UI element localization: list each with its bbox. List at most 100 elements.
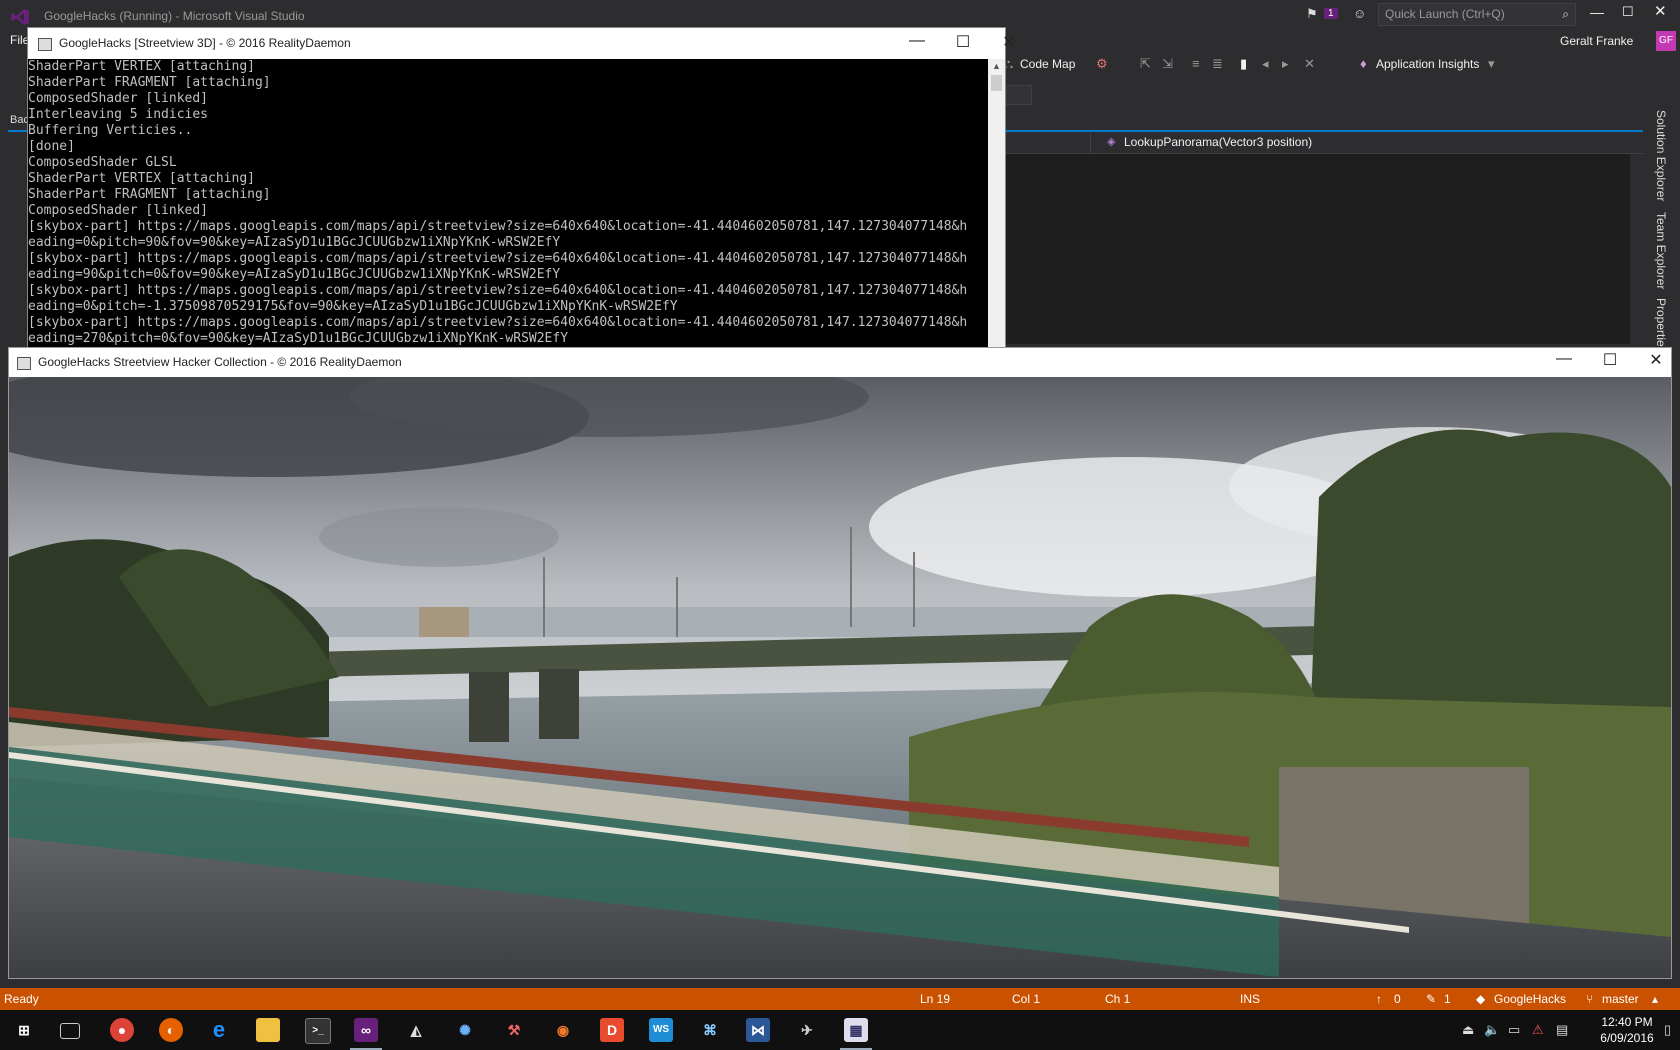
usb-icon[interactable]: ⏏ (1462, 1022, 1474, 1038)
bridge-pillar (539, 669, 579, 739)
unity-icon[interactable]: ◭ (404, 1018, 428, 1042)
streetview-panorama-viewport[interactable] (9, 377, 1671, 978)
taskbar: ⊞ ● ◐ e >_ ∞ ◭ ✺ ⚒ ◉ D WS ⌘ ⋈ ✈ ▦ ⏏ 🔈 ▭ … (0, 1010, 1680, 1050)
streetview-close-button[interactable]: ✕ (1636, 350, 1676, 370)
tab-team-explorer[interactable]: Team Explorer (1654, 212, 1668, 289)
console-line: ComposedShader [linked] (28, 203, 209, 218)
notification-flag-icon[interactable]: ⚑ (1306, 6, 1318, 22)
notifications-icon[interactable]: ▯ (1664, 1022, 1671, 1038)
status-state: Ready (4, 992, 39, 1006)
tool-app-icon[interactable]: ⚒ (502, 1018, 526, 1042)
app-insights-icon[interactable]: ♦ (1360, 56, 1367, 71)
vs-window-title: GoogleHacks (Running) - Microsoft Visual… (44, 9, 305, 23)
console-line: ShaderPart FRAGMENT [attaching] (28, 187, 271, 202)
task-view-icon[interactable] (60, 1023, 80, 1039)
scroll-up-icon[interactable]: ▲ (992, 61, 1001, 71)
action-center-icon[interactable]: ▤ (1556, 1022, 1568, 1038)
console-line: Buffering Verticies.. (28, 123, 193, 138)
chevron-up-icon[interactable]: ▴ (1652, 992, 1658, 1006)
console-minimize-button[interactable]: — (897, 32, 937, 50)
avatar[interactable]: GF (1656, 31, 1676, 51)
start-windows-icon[interactable]: ⊞ (12, 1018, 36, 1042)
status-column: Col 1 (1012, 992, 1041, 1006)
console-line: eading=90&pitch=0&fov=90&key=AIzaSyD1u1B… (28, 267, 561, 282)
tab-properties[interactable]: Properties (1654, 298, 1668, 353)
console-line: [skybox-part] https://maps.googleapis.co… (28, 219, 968, 234)
console-line: Interleaving 5 indicies (28, 107, 209, 122)
cloud (319, 507, 559, 567)
console-title-bar[interactable]: GoogleHacks [Streetview 3D] - © 2016 Rea… (28, 28, 1016, 59)
streetview-app-icon (17, 357, 31, 370)
webstorm-icon[interactable]: WS (649, 1018, 673, 1042)
clear-bookmarks-icon[interactable]: ✕ (1304, 56, 1315, 72)
clock-date[interactable]: 6/09/2016 (1590, 1031, 1664, 1045)
signed-in-user[interactable]: Geralt Franke (1560, 34, 1633, 48)
blender-icon[interactable]: ◉ (551, 1018, 575, 1042)
vs-close-button[interactable]: ✕ (1654, 2, 1667, 20)
console-close-button[interactable]: ✕ (989, 32, 1029, 52)
console-line: [skybox-part] https://maps.googleapis.co… (28, 315, 968, 330)
console-line: ShaderPart FRAGMENT [attaching] (28, 75, 271, 90)
outdent-icon[interactable]: ≣ (1212, 56, 1223, 72)
console-line: ComposedShader GLSL (28, 155, 177, 170)
console-line: eading=270&pitch=0&fov=90&key=AIzaSyD1u1… (28, 331, 569, 346)
edge-icon[interactable]: e (207, 1018, 231, 1042)
scrollbar-thumb[interactable] (991, 75, 1002, 91)
distant-building (419, 607, 469, 637)
code-editor[interactable] (1000, 154, 1630, 344)
clock-time[interactable]: 12:40 PM (1590, 1015, 1664, 1029)
streetview-maximize-button[interactable]: ☐ (1590, 350, 1630, 370)
indent-icon[interactable]: ≡ (1192, 56, 1200, 71)
prev-bookmark-icon[interactable]: ◂ (1262, 56, 1269, 72)
battery-icon[interactable]: ▭ (1508, 1022, 1520, 1038)
firefox-icon[interactable]: ◐ (159, 1018, 183, 1042)
network-app-icon[interactable]: ⌘ (698, 1018, 722, 1042)
visual-studio-icon[interactable]: ∞ (354, 1018, 378, 1042)
chrome-icon[interactable]: ● (110, 1018, 134, 1042)
next-bookmark-icon[interactable]: ▸ (1282, 56, 1289, 72)
search-icon[interactable]: ⌕ (1562, 7, 1569, 22)
light-app-icon[interactable]: ✺ (453, 1018, 477, 1042)
member-dropdown[interactable]: LookupPanorama(Vector3 position) (1124, 135, 1312, 149)
console-scrollbar[interactable]: ▲ (988, 59, 1005, 348)
breakpoint-icon[interactable]: ⚙ (1096, 56, 1108, 72)
streetview-app-icon[interactable]: ▦ (844, 1018, 868, 1042)
feedback-icon[interactable]: ☺ (1353, 6, 1366, 21)
console-output[interactable]: ShaderPart VERTEX [attaching] ShaderPart … (28, 59, 988, 348)
bookmark-icon[interactable]: ▮ (1240, 56, 1247, 72)
code-map-button[interactable]: Code Map (1020, 57, 1075, 71)
repo-icon[interactable]: ◆ (1476, 992, 1485, 1006)
notification-count-badge[interactable]: 1 (1324, 8, 1338, 19)
toolbox-icon[interactable]: ✈ (795, 1018, 819, 1042)
pending-pushes-count[interactable]: 0 (1394, 992, 1401, 1006)
streetview-title-bar[interactable]: GoogleHacks Streetview Hacker Collection… (9, 348, 1671, 377)
volume-icon[interactable]: 🔈 (1484, 1022, 1500, 1038)
vs-code-icon[interactable]: ⋈ (746, 1018, 770, 1042)
console-maximize-button[interactable]: ☐ (943, 32, 983, 52)
publish-arrow-icon[interactable]: ↑ (1376, 992, 1382, 1006)
pending-changes-count[interactable]: 1 (1444, 992, 1451, 1006)
chevron-down-icon[interactable]: ▾ (1488, 56, 1495, 72)
quick-launch-input[interactable]: Quick Launch (Ctrl+Q) ⌕ (1378, 3, 1576, 26)
streetview-window-title: GoogleHacks Streetview Hacker Collection… (38, 355, 402, 369)
vs-minimize-button[interactable]: — (1590, 4, 1604, 20)
tab-solution-explorer[interactable]: Solution Explorer (1654, 110, 1668, 201)
network-alert-icon[interactable]: ⚠ (1532, 1022, 1544, 1038)
streetview-minimize-button[interactable]: — (1544, 350, 1584, 368)
file-explorer-icon[interactable] (256, 1018, 280, 1042)
step-over-icon[interactable]: ⇲ (1162, 56, 1173, 72)
vs-toolbar: ⛬ Code Map ⚙ ⇱ ⇲ ≡ ≣ ▮ ◂ ▸ ✕ ♦ Applicati… (936, 52, 1680, 80)
repository-name[interactable]: GoogleHacks (1494, 992, 1566, 1006)
panorama-scene (9, 377, 1671, 978)
pencil-icon[interactable]: ✎ (1426, 992, 1436, 1006)
vs-restore-button[interactable]: ☐ (1622, 4, 1634, 20)
console-line: ShaderPart VERTEX [attaching] (28, 59, 255, 74)
terminal-icon[interactable]: >_ (305, 1018, 331, 1044)
branch-icon[interactable]: ⑂ (1586, 992, 1593, 1006)
status-insert-mode: INS (1240, 992, 1261, 1006)
step-icon[interactable]: ⇱ (1140, 56, 1151, 72)
console-line: ShaderPart VERTEX [attaching] (28, 171, 255, 186)
app-insights-button[interactable]: Application Insights (1376, 57, 1479, 71)
d-app-icon[interactable]: D (600, 1018, 624, 1042)
branch-name[interactable]: master (1602, 992, 1639, 1006)
